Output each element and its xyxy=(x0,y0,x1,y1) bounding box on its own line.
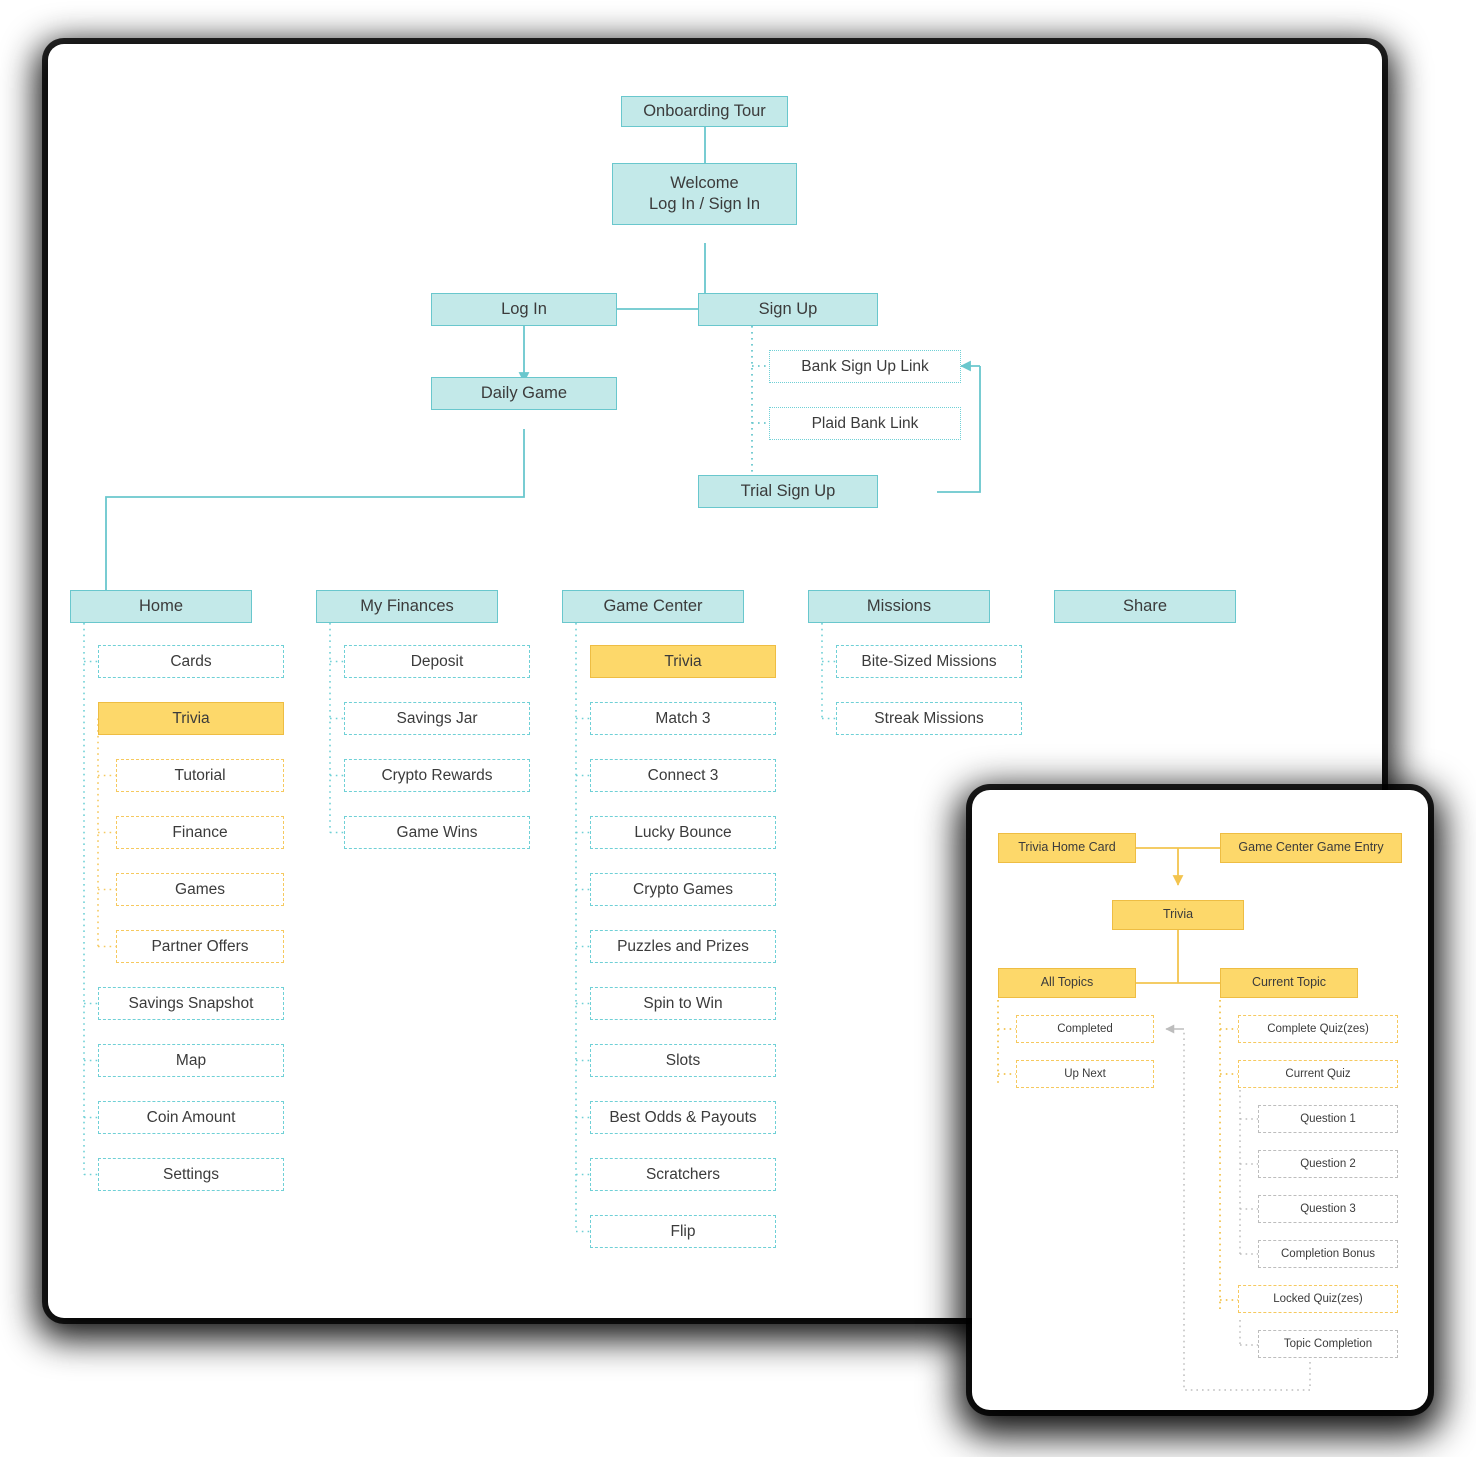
node-game-center-match-3[interactable]: Match 3 xyxy=(590,702,776,735)
node-game-center-trivia[interactable]: Trivia xyxy=(590,645,776,678)
node-home-tutorial[interactable]: Tutorial xyxy=(116,759,284,792)
node-game-center-slots[interactable]: Slots xyxy=(590,1044,776,1077)
node-my-finances-deposit[interactable]: Deposit xyxy=(344,645,530,678)
node-log-in[interactable]: Log In xyxy=(431,293,617,326)
node-current-topic[interactable]: Current Topic xyxy=(1220,968,1358,998)
node-home-partner-offers[interactable]: Partner Offers xyxy=(116,930,284,963)
node-current-topic-topic-completion[interactable]: Topic Completion xyxy=(1258,1330,1398,1358)
inset-diagram-canvas: Trivia Home Card Game Center Game Entry … xyxy=(972,790,1428,1410)
node-welcome[interactable]: Welcome Log In / Sign In xyxy=(612,163,797,225)
node-my-finances-crypto-rewards[interactable]: Crypto Rewards xyxy=(344,759,530,792)
node-my-finances-game-wins[interactable]: Game Wins xyxy=(344,816,530,849)
node-game-center-flip[interactable]: Flip xyxy=(590,1215,776,1248)
trivia-detail-panel: Trivia Home Card Game Center Game Entry … xyxy=(972,790,1428,1410)
node-missions-bite-sized-missions[interactable]: Bite-Sized Missions xyxy=(836,645,1022,678)
node-home-finance[interactable]: Finance xyxy=(116,816,284,849)
node-game-center-scratchers[interactable]: Scratchers xyxy=(590,1158,776,1191)
node-home-savings-snapshot[interactable]: Savings Snapshot xyxy=(98,987,284,1020)
node-current-topic-current-quiz[interactable]: Current Quiz xyxy=(1238,1060,1398,1088)
node-onboarding-tour[interactable]: Onboarding Tour xyxy=(621,96,788,127)
node-current-topic-locked-quiz-zes[interactable]: Locked Quiz(zes) xyxy=(1238,1285,1398,1313)
node-home-games[interactable]: Games xyxy=(116,873,284,906)
node-missions-streak-missions[interactable]: Streak Missions xyxy=(836,702,1022,735)
node-my-finances-savings-jar[interactable]: Savings Jar xyxy=(344,702,530,735)
node-current-topic-question-2[interactable]: Question 2 xyxy=(1258,1150,1398,1178)
node-home-cards[interactable]: Cards xyxy=(98,645,284,678)
node-home-trivia[interactable]: Trivia xyxy=(98,702,284,735)
node-plaid-bank-link[interactable]: Plaid Bank Link xyxy=(769,407,961,440)
node-current-topic-question-1[interactable]: Question 1 xyxy=(1258,1105,1398,1133)
node-game-center-best-odds-payouts[interactable]: Best Odds & Payouts xyxy=(590,1101,776,1134)
node-game-center-connect-3[interactable]: Connect 3 xyxy=(590,759,776,792)
section-header-home[interactable]: Home xyxy=(70,590,252,623)
node-current-topic-completion-bonus[interactable]: Completion Bonus xyxy=(1258,1240,1398,1268)
node-game-center-spin-to-win[interactable]: Spin to Win xyxy=(590,987,776,1020)
node-bank-sign-up-link[interactable]: Bank Sign Up Link xyxy=(769,350,961,383)
node-inset-trivia-root[interactable]: Trivia xyxy=(1112,900,1244,930)
inset-connector-lines xyxy=(997,847,1311,1391)
welcome-line-1: Welcome xyxy=(670,174,739,193)
section-header-missions[interactable]: Missions xyxy=(808,590,990,623)
section-header-game-center[interactable]: Game Center xyxy=(562,590,744,623)
node-all-topics-up-next[interactable]: Up Next xyxy=(1016,1060,1154,1088)
node-trial-sign-up[interactable]: Trial Sign Up xyxy=(698,475,878,508)
node-game-center-game-entry[interactable]: Game Center Game Entry xyxy=(1220,833,1402,863)
node-current-topic-question-3[interactable]: Question 3 xyxy=(1258,1195,1398,1223)
section-header-share[interactable]: Share xyxy=(1054,590,1236,623)
welcome-line-2: Log In / Sign In xyxy=(649,195,760,213)
node-home-coin-amount[interactable]: Coin Amount xyxy=(98,1101,284,1134)
node-game-center-crypto-games[interactable]: Crypto Games xyxy=(590,873,776,906)
node-all-topics[interactable]: All Topics xyxy=(998,968,1136,998)
node-trivia-home-card[interactable]: Trivia Home Card xyxy=(998,833,1136,863)
node-sign-up[interactable]: Sign Up xyxy=(698,293,878,326)
node-game-center-puzzles-and-prizes[interactable]: Puzzles and Prizes xyxy=(590,930,776,963)
node-home-map[interactable]: Map xyxy=(98,1044,284,1077)
node-home-settings[interactable]: Settings xyxy=(98,1158,284,1191)
node-game-center-lucky-bounce[interactable]: Lucky Bounce xyxy=(590,816,776,849)
section-header-my-finances[interactable]: My Finances xyxy=(316,590,498,623)
node-daily-game[interactable]: Daily Game xyxy=(431,377,617,410)
node-current-topic-complete-quiz-zes[interactable]: Complete Quiz(zes) xyxy=(1238,1015,1398,1043)
node-all-topics-completed[interactable]: Completed xyxy=(1016,1015,1154,1043)
